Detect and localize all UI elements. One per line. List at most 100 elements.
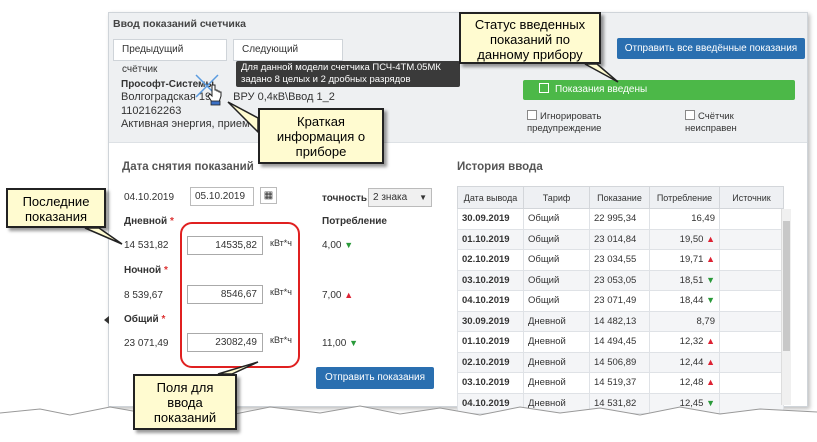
history-tariff: Общий [523, 208, 590, 230]
history-consumption: 12,32 ▲ [649, 331, 720, 353]
consumption-night: 7,00 ▲ [322, 290, 354, 301]
history-consumption: 8,79 [649, 310, 720, 332]
history-table: Дата вывода Тариф Показание Потребление … [457, 186, 784, 414]
trend-down-icon: ▼ [349, 338, 358, 348]
table-row[interactable]: 01.10.2019 Общий 23 014,84 19,50 ▲ [457, 228, 784, 250]
trend-up-icon: ▲ [706, 356, 715, 367]
history-source [719, 310, 784, 332]
history-value: 22 995,34 [589, 208, 650, 230]
table-row[interactable]: 02.10.2019 Общий 23 034,55 19,71 ▲ [457, 249, 784, 271]
precision-select[interactable]: 2 знака ▼ [368, 188, 432, 207]
history-tariff: Общий [523, 269, 590, 291]
column-header[interactable]: Дата вывода [457, 186, 524, 209]
history-source [719, 372, 784, 394]
history-source [719, 208, 784, 230]
device-energy-type: Активная энергия, прием [121, 118, 250, 130]
torn-edge [0, 405, 817, 442]
history-date: 01.10.2019 [457, 331, 524, 353]
history-source [719, 269, 784, 291]
callout-status: Статус введенных показаний по данному приб… [459, 12, 601, 64]
reading-date-input[interactable]: 05.10.2019 [190, 187, 254, 206]
send-all-readings-button[interactable]: Отправить все введённые показания [617, 38, 805, 59]
history-value: 14 494,45 [589, 331, 650, 353]
history-consumption: 12,48 ▲ [649, 372, 720, 394]
send-readings-button[interactable]: Отправить показания [316, 367, 434, 389]
history-consumption: 19,50 ▲ [649, 228, 720, 250]
history-tariff: Дневной [523, 351, 590, 373]
trend-down-icon: ▼ [706, 295, 715, 306]
table-row[interactable]: 02.10.2019 Дневной 14 506,89 12,44 ▲ [457, 351, 784, 373]
history-consumption: 18,51 ▼ [649, 269, 720, 291]
history-date: 01.10.2019 [457, 228, 524, 250]
status-badge: Показания введены [523, 80, 795, 100]
history-date: 04.10.2019 [457, 290, 524, 312]
history-date: 03.10.2019 [457, 372, 524, 394]
history-value: 23 053,05 [589, 269, 650, 291]
callout-input-fields: Поля для ввода показаний [133, 374, 237, 430]
collapse-arrow-icon[interactable] [104, 316, 109, 324]
callout-last-readings: Последние показания [6, 188, 106, 228]
input-fields-highlight [180, 222, 300, 368]
status-check-icon [539, 83, 549, 93]
trend-up-icon: ▲ [344, 290, 354, 300]
history-source [719, 351, 784, 373]
history-scrollbar[interactable] [781, 209, 791, 405]
history-value: 23 034,55 [589, 249, 650, 271]
meter-faulty-checkbox[interactable]: Счётчик неисправен [685, 110, 737, 135]
tariff-label-night: Ночной * [124, 265, 168, 276]
column-header[interactable]: Источник [719, 186, 784, 209]
trend-up-icon: ▲ [706, 336, 715, 347]
history-value: 14 519,37 [589, 372, 650, 394]
trend-up-icon: ▲ [706, 377, 715, 388]
trend-down-icon: ▼ [344, 240, 354, 250]
checkbox-icon[interactable] [685, 110, 695, 120]
previous-reading-total: 23 071,49 [124, 338, 169, 349]
hand-cursor-icon [207, 84, 222, 106]
callout-device-info: Краткая информация о приборе [258, 108, 384, 164]
device-id: 1102162263 [121, 105, 182, 117]
reading-date-title: Дата снятия показаний [122, 161, 254, 173]
tab-next-meter[interactable]: Следующий счётчик [233, 39, 343, 75]
history-value: 14 482,13 [589, 310, 650, 332]
scrollbar-thumb[interactable] [783, 221, 790, 351]
table-row[interactable]: 04.10.2019 Общий 23 071,49 18,44 ▼ [457, 290, 784, 312]
history-date: 02.10.2019 [457, 249, 524, 271]
table-row[interactable]: 01.10.2019 Дневной 14 494,45 12,32 ▲ [457, 331, 784, 353]
history-title: История ввода [457, 161, 543, 173]
history-tariff: Общий [523, 290, 590, 312]
history-consumption: 12,44 ▲ [649, 351, 720, 373]
column-header[interactable]: Показание [589, 186, 650, 209]
history-date: 03.10.2019 [457, 269, 524, 291]
previous-date: 04.10.2019 [124, 192, 175, 203]
history-consumption: 16,49 [649, 208, 720, 230]
history-consumption: 19,71 ▲ [649, 249, 720, 271]
column-header[interactable]: Потребление [649, 186, 720, 209]
precision-label: точность: [322, 193, 371, 204]
history-source [719, 290, 784, 312]
consumption-day: 4,00 ▼ [322, 240, 354, 251]
history-source [719, 331, 784, 353]
column-header[interactable]: Тариф [523, 186, 590, 209]
consumption-total: 11,00 ▼ [322, 338, 358, 349]
history-tariff: Дневной [523, 372, 590, 394]
history-tariff: Общий [523, 228, 590, 250]
previous-reading-day: 14 531,82 [124, 240, 169, 251]
calendar-icon[interactable]: ▦ [260, 187, 277, 204]
trend-down-icon: ▼ [706, 274, 715, 285]
table-row[interactable]: 03.10.2019 Общий 23 053,05 18,51 ▼ [457, 269, 784, 291]
ignore-warning-checkbox[interactable]: Игнорировать предупреждение [527, 110, 601, 135]
table-row[interactable]: 03.10.2019 Дневной 14 519,37 12,48 ▲ [457, 372, 784, 394]
chevron-down-icon: ▼ [419, 193, 427, 202]
checkbox-icon[interactable] [527, 110, 537, 120]
history-date: 02.10.2019 [457, 351, 524, 373]
panel-title: Ввод показаний счетчика [113, 18, 246, 30]
previous-reading-night: 8 539,67 [124, 290, 163, 301]
trend-up-icon: ▲ [706, 233, 715, 244]
device-address: Волгоградская 19 ВРУ 0,4кВ\Ввод 1_2 [121, 91, 335, 103]
table-row[interactable]: 30.09.2019 Общий 22 995,34 16,49 [457, 208, 784, 230]
table-row[interactable]: 30.09.2019 Дневной 14 482,13 8,79 [457, 310, 784, 332]
history-tariff: Дневной [523, 310, 590, 332]
history-source [719, 228, 784, 250]
tariff-label-total: Общий * [124, 314, 166, 325]
tab-previous-meter[interactable]: Предыдущий счётчик [113, 39, 227, 75]
